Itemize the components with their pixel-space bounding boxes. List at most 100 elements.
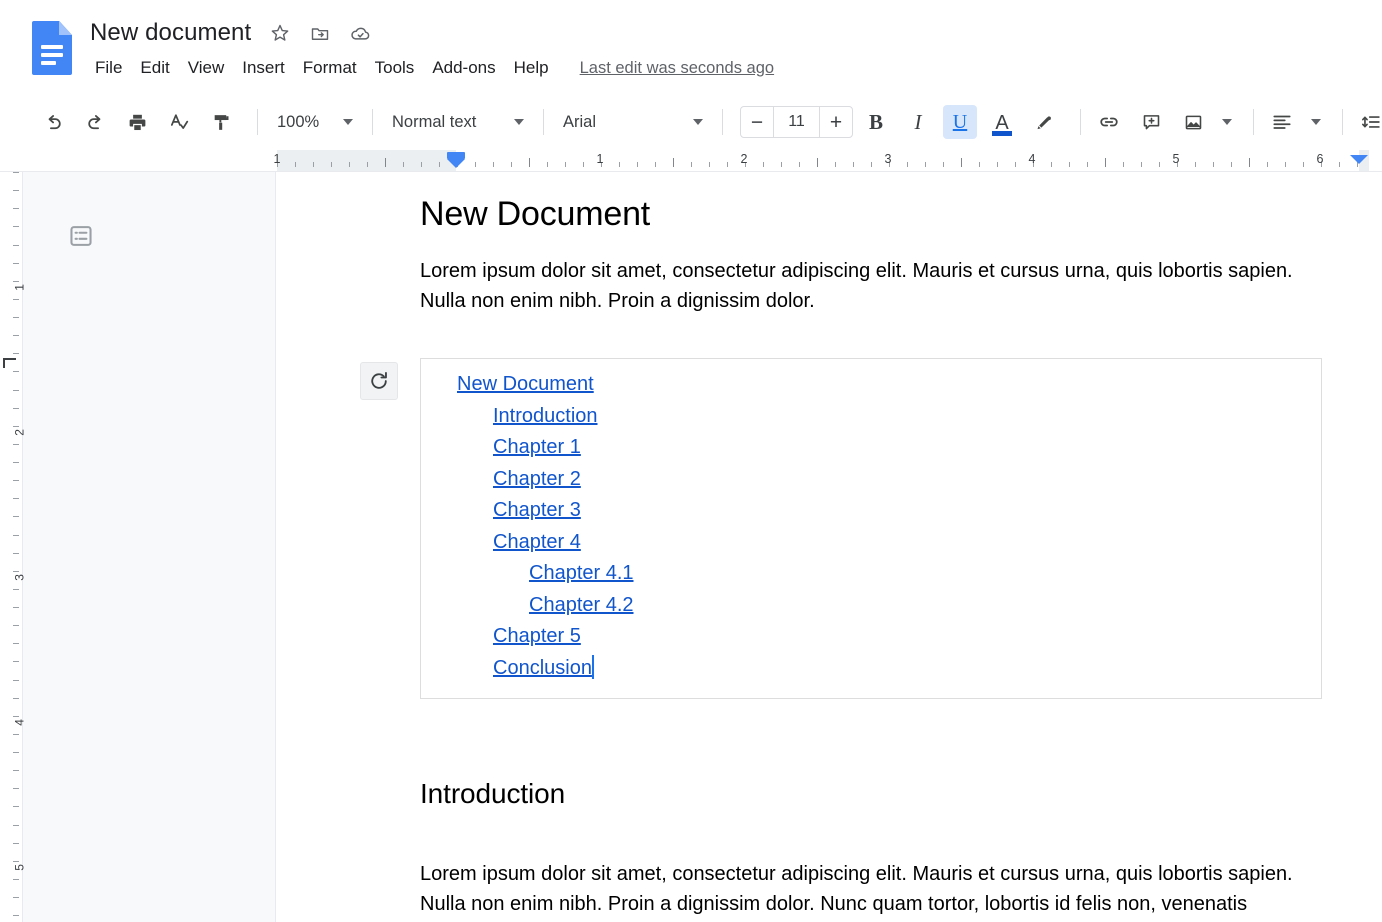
vruler-tick bbox=[13, 661, 19, 662]
redo-icon[interactable] bbox=[78, 105, 112, 139]
paint-format-icon[interactable] bbox=[204, 105, 238, 139]
vruler-tick bbox=[13, 408, 19, 409]
menu-item-tools[interactable]: Tools bbox=[366, 54, 424, 82]
star-icon[interactable] bbox=[265, 18, 295, 48]
ruler-tick bbox=[1303, 162, 1304, 167]
intro-paragraph: Lorem ipsum dolor sit amet, consectetur … bbox=[420, 260, 1293, 313]
toc-link[interactable]: Chapter 3 bbox=[493, 495, 581, 527]
title-row: New document bbox=[86, 16, 776, 50]
align-dropdown[interactable] bbox=[1307, 105, 1325, 139]
toc-link[interactable]: Introduction bbox=[493, 401, 598, 433]
insert-image-dropdown[interactable] bbox=[1218, 105, 1236, 139]
font-size-decrease-button[interactable]: − bbox=[741, 107, 773, 137]
ruler-tick bbox=[961, 158, 962, 167]
menu-item-insert[interactable]: Insert bbox=[233, 54, 294, 82]
ruler-tick bbox=[1015, 162, 1016, 167]
vertical-ruler[interactable]: 1 2 3 4 5 bbox=[0, 172, 27, 922]
vruler-tick bbox=[13, 915, 19, 916]
ruler-tick bbox=[1159, 162, 1160, 167]
ruler-number: 2 bbox=[740, 152, 748, 166]
move-to-folder-icon[interactable] bbox=[305, 18, 335, 48]
vruler-tick bbox=[13, 643, 19, 644]
vruler-tick bbox=[13, 625, 19, 626]
toc-link[interactable]: Chapter 4.2 bbox=[529, 590, 634, 622]
menu-item-file[interactable]: File bbox=[86, 54, 131, 82]
chevron-down-icon bbox=[514, 119, 524, 125]
toc-link[interactable]: Chapter 5 bbox=[493, 621, 581, 653]
vruler-tick bbox=[13, 426, 19, 427]
add-comment-icon[interactable] bbox=[1134, 105, 1168, 139]
menu-item-edit[interactable]: Edit bbox=[131, 54, 178, 82]
ruler-tick bbox=[439, 162, 440, 167]
insert-image-icon[interactable] bbox=[1176, 105, 1210, 139]
vruler-margin-handle[interactable] bbox=[3, 358, 16, 368]
document-heading-title: New Document bbox=[420, 195, 651, 233]
undo-icon[interactable] bbox=[36, 105, 70, 139]
logo-line-2 bbox=[41, 53, 63, 57]
ruler-tick bbox=[565, 162, 566, 167]
font-size-input[interactable]: 11 bbox=[773, 107, 820, 137]
logo-line-3 bbox=[41, 61, 56, 65]
zoom-select[interactable]: 100% bbox=[269, 105, 361, 139]
spellcheck-icon[interactable] bbox=[162, 105, 196, 139]
menu-item-format[interactable]: Format bbox=[294, 54, 366, 82]
vruler-tick bbox=[13, 353, 19, 354]
font-size-increase-button[interactable]: + bbox=[820, 107, 852, 137]
ruler-tick bbox=[835, 162, 836, 167]
cloud-saved-icon[interactable] bbox=[345, 18, 375, 48]
toc-link[interactable]: Chapter 4.1 bbox=[529, 558, 634, 590]
vruler-tick bbox=[13, 571, 19, 572]
toc-row: Chapter 3 bbox=[421, 495, 1321, 527]
last-edit-status[interactable]: Last edit was seconds ago bbox=[578, 56, 776, 81]
ruler-tick bbox=[1249, 158, 1250, 167]
menu-item-add-ons[interactable]: Add-ons bbox=[423, 54, 504, 82]
vruler-tick bbox=[13, 317, 19, 318]
horizontal-ruler[interactable]: 1 1 2 3 4 5 6 bbox=[0, 150, 1382, 172]
ruler-tick bbox=[493, 162, 494, 167]
ruler-tick bbox=[475, 162, 476, 167]
align-icon[interactable] bbox=[1265, 105, 1299, 139]
toc-link[interactable]: New Document bbox=[457, 369, 594, 401]
line-spacing-icon[interactable] bbox=[1354, 105, 1382, 139]
text-color-button[interactable]: A bbox=[985, 105, 1019, 139]
ruler-tick bbox=[907, 162, 908, 167]
toc-link[interactable]: Chapter 2 bbox=[493, 464, 581, 496]
highlight-color-icon[interactable] bbox=[1027, 105, 1061, 139]
toc-link[interactable]: Chapter 4 bbox=[493, 527, 581, 559]
ruler-tick bbox=[637, 162, 638, 167]
toc-link[interactable]: Chapter 1 bbox=[493, 432, 581, 464]
underline-button[interactable]: U bbox=[943, 105, 977, 139]
vruler-number: 1 bbox=[13, 284, 27, 291]
menu-item-view[interactable]: View bbox=[179, 54, 234, 82]
chevron-down-icon bbox=[1222, 119, 1232, 125]
toc-link[interactable]: Conclusion bbox=[493, 653, 592, 685]
ruler-tick bbox=[997, 162, 998, 167]
document-outline-icon[interactable] bbox=[65, 220, 97, 252]
ruler-tick bbox=[979, 162, 980, 167]
ruler-tick bbox=[1141, 162, 1142, 167]
bold-button[interactable]: B bbox=[859, 105, 893, 139]
italic-button[interactable]: I bbox=[901, 105, 935, 139]
refresh-toc-button[interactable] bbox=[360, 362, 398, 401]
insert-link-icon[interactable] bbox=[1092, 105, 1126, 139]
font-family-select[interactable]: Arial bbox=[555, 105, 711, 139]
print-icon[interactable] bbox=[120, 105, 154, 139]
ruler-number: 1 bbox=[273, 152, 281, 166]
vruler-tick bbox=[13, 335, 19, 336]
vruler-tick bbox=[13, 589, 19, 590]
paragraph-style-select[interactable]: Normal text bbox=[384, 105, 532, 139]
menu-item-help[interactable]: Help bbox=[505, 54, 558, 82]
chevron-down-icon bbox=[343, 119, 353, 125]
vruler-tick bbox=[13, 281, 19, 282]
toc-box[interactable]: New Document Introduction Chapter 1 Chapter… bbox=[420, 358, 1322, 700]
document-canvas[interactable]: New Document Lorem ipsum dolor sit amet,… bbox=[276, 172, 1382, 922]
google-docs-logo[interactable] bbox=[32, 21, 72, 75]
right-indent-marker[interactable] bbox=[1350, 155, 1368, 171]
vruler-tick bbox=[13, 553, 19, 554]
ruler-tick bbox=[799, 162, 800, 167]
document-title-input[interactable]: New document bbox=[86, 18, 255, 48]
ruler-tick bbox=[331, 162, 332, 167]
ruler-tick bbox=[1087, 162, 1088, 167]
left-indent-marker[interactable] bbox=[447, 152, 465, 168]
ruler-tick bbox=[853, 162, 854, 167]
